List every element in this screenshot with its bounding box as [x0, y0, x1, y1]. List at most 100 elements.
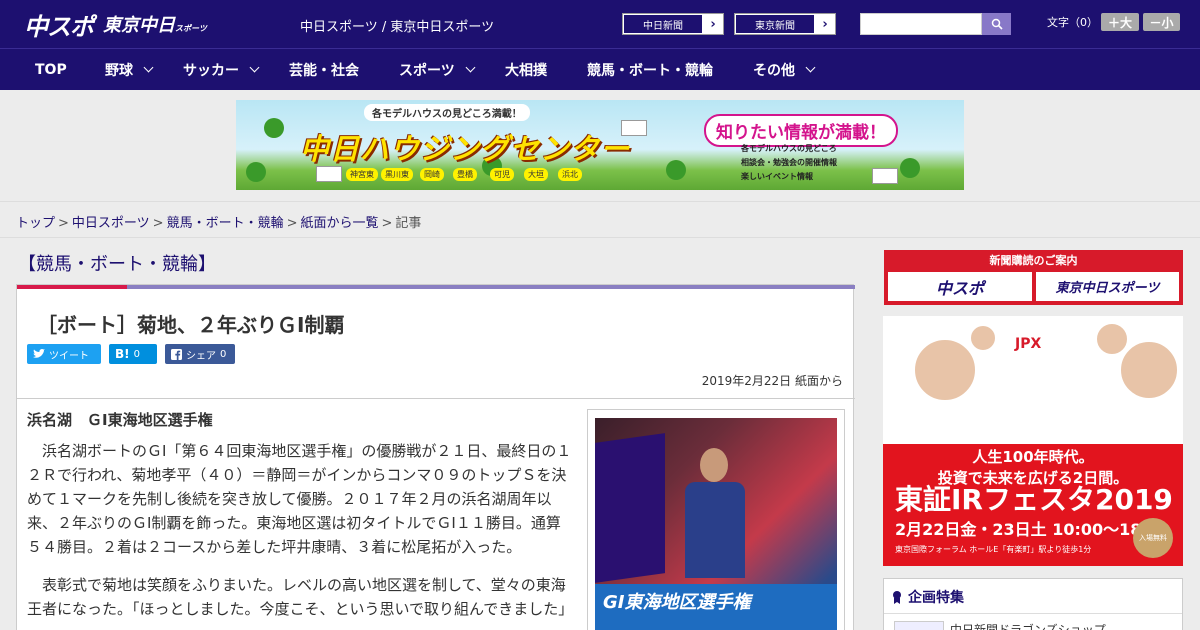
breadcrumb-current: 記事 [395, 216, 422, 231]
hatena-bookmark-button[interactable]: B! 0 [109, 344, 157, 364]
logo-tokyo-chunichi-text: 東京中日 [103, 15, 175, 36]
nav-item-sumo[interactable]: 大相撲 [505, 49, 547, 90]
tree-decoration [900, 158, 920, 178]
ad-line-3: 東証IRフェスタ2019 [895, 483, 1173, 516]
breadcrumb-separator: > [152, 216, 164, 231]
tokyo-shimbun-link[interactable]: 東京新聞 › [734, 13, 836, 35]
article-photo[interactable]: GⅠ東海地区選手権 [587, 409, 845, 630]
breadcrumb-chunichi-sports[interactable]: 中日スポーツ [72, 216, 150, 231]
ad-badge: 入場無料 [1133, 518, 1173, 558]
ad-tagline: 各モデルハウスの見どころ満載！ [364, 104, 530, 121]
article-date: 2019年2月22日 紙面から [701, 374, 843, 388]
article-category: 【競馬・ボート・競輪】 [18, 254, 216, 275]
article-body: 浜名湖ボートのＧⅠ「第６４回東海地区選手権」の優勝戦が２１日、最終日の１２Ｒで行… [27, 439, 573, 630]
link-label: 中日新聞 [624, 15, 702, 33]
facebook-share-count: 0 [220, 348, 227, 360]
chevron-down-icon [465, 62, 476, 73]
link-label: 東京新聞 [736, 15, 814, 33]
subscription-box: 新聞購読のご案内 中スポ 東京中日スポーツ [884, 250, 1183, 305]
feature-rule [884, 613, 1182, 614]
nav-item-other[interactable]: その他 [753, 49, 816, 90]
ad-line-4: 2月22日金・23日土 10:00～18:00 [895, 520, 1171, 539]
breadcrumb-paper-list[interactable]: 紙面から一覧 [301, 216, 379, 231]
breadcrumb-top[interactable]: トップ [16, 216, 55, 231]
nav-label: TOP [35, 61, 67, 78]
breadcrumb-bar: トップ > 中日スポーツ > 競馬・ボート・競輪 > 紙面から一覧 > 記事 [0, 201, 1200, 238]
feature-thumbnail[interactable] [894, 621, 944, 630]
ad-headline: 中日ハウジングセンター [300, 132, 631, 166]
chevron-right-icon: › [822, 16, 828, 32]
photo-person-head [700, 448, 728, 482]
search-button[interactable] [982, 13, 1011, 35]
breadcrumb-separator: > [381, 216, 393, 231]
nav-label: スポーツ [399, 62, 455, 79]
article-photo-image: GⅠ東海地区選手権 [595, 418, 837, 630]
tweet-button[interactable]: ツイート [27, 344, 101, 364]
chevron-down-icon [805, 62, 816, 73]
photo-person-body [685, 482, 745, 578]
ad-person [913, 338, 977, 402]
breadcrumb: トップ > 中日スポーツ > 競馬・ボート・競輪 > 紙面から一覧 > 記事 [16, 212, 421, 231]
nav-label: 競馬・ボート・競輪 [587, 62, 713, 79]
ad-line-1: 人生100年時代。 [972, 448, 1094, 466]
nav-item-baseball[interactable]: 野球 [105, 49, 154, 90]
nav-label: 野球 [105, 62, 133, 79]
font-size-label: 文字（0） [1047, 16, 1098, 29]
article-paragraph: 浜名湖ボートのＧⅠ「第６４回東海地区選手権」の優勝戦が２１日、最終日の１２Ｒで行… [27, 442, 572, 556]
jpx-ir-festa-ad[interactable]: JPX 人生100年時代。 投資で未来を広げる2日間。 東証IRフェスタ2019… [883, 316, 1183, 566]
nav-label: サッカー [183, 62, 239, 79]
feature-item[interactable]: 中日新聞ドラゴンズショップ [950, 621, 1106, 630]
logo-sports-text: スポーツ [175, 24, 207, 33]
article-subhead: 浜名湖 ＧⅠ東海地区選手権 [27, 411, 213, 429]
photo-person [685, 448, 745, 578]
facebook-share-label: シェア [186, 350, 216, 362]
photo-flag [595, 433, 665, 583]
article-paragraph: 表彰式で菊地は笑顔をふりまいた。レベルの高い地区選を制して、堂々の東海王者になっ… [27, 576, 574, 618]
tree-decoration [666, 160, 686, 180]
chevron-right-icon: › [710, 16, 716, 32]
main-nav: TOP 野球 サッカー 芸能・社会 スポーツ 大相撲 競馬・ボート・競輪 その他 [0, 48, 1200, 90]
nav-label: 芸能・社会 [289, 62, 359, 79]
facebook-icon [171, 348, 182, 360]
site-logo[interactable]: 中スポ 東京中日スポーツ [24, 8, 207, 41]
font-size-up-button[interactable]: ＋大 [1101, 13, 1139, 31]
search-input[interactable] [860, 13, 982, 35]
site-title: 中日スポーツ / 東京中日スポーツ [300, 20, 495, 35]
chunichi-shimbun-link[interactable]: 中日新聞 › [622, 13, 724, 35]
site-header: 中スポ 東京中日スポーツ 中日スポーツ / 東京中日スポーツ 中日新聞 › 東京… [0, 0, 1200, 48]
housing-center-ad[interactable]: 各モデルハウスの見どころ満載！ 中日ハウジングセンター 知りたい情報が満載！ 神… [236, 100, 964, 190]
search-box [860, 13, 1011, 35]
article-top-accent [17, 285, 127, 289]
feature-box: 企画特集 中日新聞ドラゴンズショップ [883, 578, 1183, 630]
house-decoration [316, 166, 342, 182]
ad-city: 可児 [490, 168, 514, 181]
ad-line-5: 東京国際フォーラム ホールE「有楽町」駅より徒歩1分 [895, 545, 1092, 554]
nav-item-racing[interactable]: 競馬・ボート・競輪 [587, 49, 713, 90]
breadcrumb-racing[interactable]: 競馬・ボート・競輪 [167, 216, 284, 231]
font-size-down-button[interactable]: －小 [1143, 13, 1180, 31]
article-headline: ［ボート］菊地、２年ぶりＧⅠ制覇 [37, 313, 345, 337]
ad-city: 大垣 [524, 168, 548, 181]
nav-item-entertainment[interactable]: 芸能・社会 [289, 49, 359, 90]
facebook-share-button[interactable]: シェア 0 [165, 344, 235, 364]
chevron-down-icon [143, 62, 154, 73]
tweet-label: ツイート [49, 350, 89, 362]
search-icon [991, 18, 1003, 30]
house-decoration [872, 168, 898, 184]
nav-item-soccer[interactable]: サッカー [183, 49, 260, 90]
article-divider [17, 398, 855, 399]
nav-label: 大相撲 [505, 62, 547, 79]
ad-person [969, 324, 997, 352]
subscription-tokyo-chunichi[interactable]: 東京中日スポーツ [1036, 272, 1179, 301]
tree-decoration [246, 162, 266, 182]
nav-item-top[interactable]: TOP [35, 49, 67, 90]
nav-item-sports[interactable]: スポーツ [399, 49, 476, 90]
article-top-rule [17, 285, 855, 289]
subscription-chuspo[interactable]: 中スポ [888, 272, 1032, 301]
chevron-down-icon [249, 62, 260, 73]
logo-chuspo: 中スポ [24, 12, 94, 41]
feature-title-text: 企画特集 [908, 590, 964, 606]
breadcrumb-separator: > [58, 216, 69, 231]
ad-feature: 楽しいイベント情報 [741, 172, 813, 181]
nav-label: その他 [753, 62, 795, 79]
